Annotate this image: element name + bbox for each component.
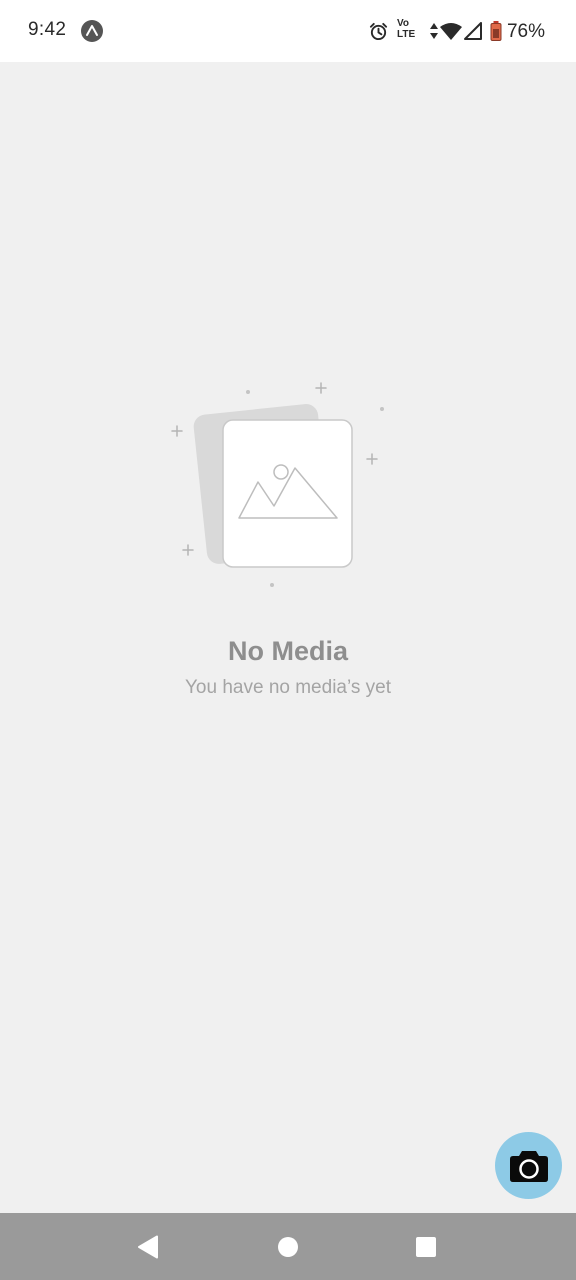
screen: 9:42 Vo LTE 76% No Media You have no med…: [0, 0, 576, 1280]
cell-signal-icon: [464, 22, 482, 40]
recents-icon: [416, 1236, 436, 1257]
expo-icon: [81, 20, 103, 42]
empty-state-subtitle: You have no media’s yet: [185, 677, 391, 698]
volte-icon: Vo LTE: [397, 18, 421, 44]
image-placeholder-icon: [171, 382, 384, 587]
navigation-bar: [0, 1213, 576, 1280]
back-icon: [138, 1235, 158, 1258]
camera-icon: [509, 1150, 548, 1182]
volte-bottom-label: LTE: [397, 29, 416, 40]
nav-home-button[interactable]: [248, 1213, 328, 1280]
data-arrows-icon: [430, 23, 438, 39]
battery-icon: [490, 21, 502, 41]
wifi-icon: [440, 23, 462, 40]
camera-button[interactable]: [495, 1132, 562, 1199]
home-icon: [278, 1236, 298, 1257]
empty-state-title: No Media: [227, 636, 348, 666]
battery-percent: 76%: [506, 21, 545, 42]
status-bar: 9:42 Vo LTE 76%: [0, 0, 576, 62]
nav-recents-button[interactable]: [386, 1213, 466, 1280]
status-time: 9:42: [28, 19, 67, 40]
alarm-icon: [369, 22, 388, 41]
nav-back-button[interactable]: [108, 1213, 188, 1280]
volte-top-label: Vo: [397, 18, 410, 29]
